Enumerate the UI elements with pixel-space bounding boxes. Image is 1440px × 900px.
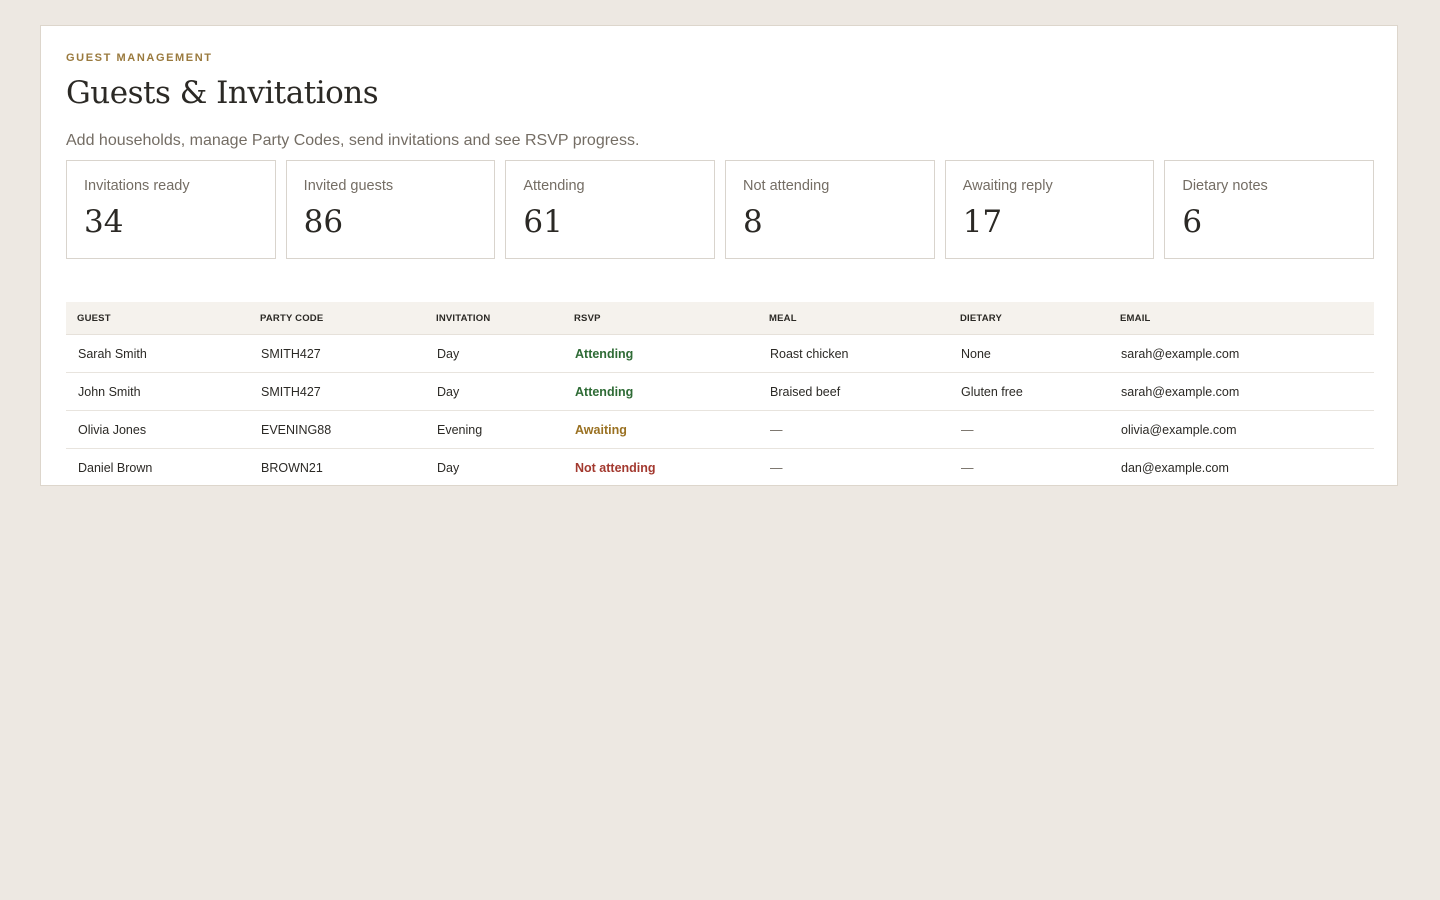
- column-header-dietary: DIETARY: [949, 302, 1109, 335]
- stat-label: Attending: [523, 178, 585, 194]
- rsvp-status: Not attending: [575, 460, 656, 475]
- guest-name: Daniel Brown: [78, 460, 153, 475]
- guest-name: Olivia Jones: [66, 410, 249, 449]
- party-code: EVENING88: [249, 410, 425, 449]
- table-header-row: GUEST PARTY CODE INVITATION RSVP MEAL DI…: [66, 302, 1374, 335]
- table-row[interactable]: Sarah Smith SMITH427 Day Attending Roast…: [66, 334, 1374, 373]
- guest-email: sarah@example.com: [1109, 372, 1374, 411]
- page-title: Guests & Invitations: [66, 75, 379, 111]
- dietary-note: —: [949, 410, 1109, 449]
- stat-card-invited-guests: Invited guests 86: [285, 160, 496, 259]
- table-header: GUEST PARTY CODE INVITATION RSVP MEAL DI…: [66, 302, 1374, 335]
- table-row[interactable]: Daniel Brown BROWN21 Day Not attending —…: [66, 449, 1374, 487]
- stat-card-dietary-notes: Dietary notes 6: [1164, 160, 1375, 259]
- stat-label: Invited guests: [303, 178, 394, 194]
- meal-choice: —: [758, 410, 949, 449]
- dietary-note: —: [961, 460, 974, 475]
- invitation-type: Evening: [425, 410, 563, 449]
- stat-card-awaiting-reply: Awaiting reply 17: [944, 160, 1155, 259]
- guests-table: GUEST PARTY CODE INVITATION RSVP MEAL DI…: [66, 302, 1374, 486]
- guest-email: sarah@example.com: [1109, 334, 1374, 373]
- stat-value: 61: [523, 204, 563, 240]
- dietary-note: None: [949, 334, 1109, 373]
- dietary-note: Gluten free: [949, 372, 1109, 411]
- page-subtitle: Add households, manage Party Codes, send…: [66, 132, 640, 149]
- stat-value: 8: [743, 204, 763, 240]
- stat-value: 34: [84, 204, 124, 240]
- panel-content: GUEST MANAGEMENT Guests & Invitations Ad…: [66, 51, 1375, 475]
- guest-name: Sarah Smith: [66, 334, 249, 373]
- party-code: SMITH427: [249, 334, 425, 373]
- table-row[interactable]: John Smith SMITH427 Day Attending Braise…: [66, 372, 1374, 411]
- stat-card-invitations-ready: Invitations ready 34: [66, 160, 276, 259]
- column-header-meal: MEAL: [758, 302, 949, 335]
- stat-label: Invitations ready: [84, 178, 190, 194]
- rsvp-status: Attending: [563, 372, 758, 411]
- guest-management-panel: GUEST MANAGEMENT Guests & Invitations Ad…: [40, 25, 1398, 486]
- column-header-party-code: PARTY CODE: [249, 302, 425, 335]
- stat-value: 17: [962, 204, 1003, 240]
- meal-choice: —: [770, 460, 783, 475]
- stat-value: 6: [1182, 204, 1203, 240]
- table-body: Sarah Smith SMITH427 Day Attending Roast…: [66, 334, 1374, 487]
- stat-label: Dietary notes: [1182, 178, 1268, 194]
- column-header-guest: GUEST: [66, 302, 249, 335]
- stat-card-not-attending: Not attending 8: [725, 160, 935, 259]
- column-header-email: EMAIL: [1109, 302, 1374, 335]
- stats-row: Invitations ready 34 Invited guests 86 A…: [66, 160, 1375, 259]
- column-header-invitation: INVITATION: [425, 302, 563, 335]
- invitation-type: Day: [437, 460, 460, 475]
- rsvp-status: Awaiting: [563, 410, 758, 449]
- stat-label: Not attending: [743, 178, 830, 194]
- section-eyebrow: GUEST MANAGEMENT: [66, 52, 213, 64]
- invitation-type: Day: [425, 372, 563, 411]
- table-row[interactable]: Olivia Jones EVENING88 Evening Awaiting …: [66, 410, 1374, 449]
- meal-choice: Braised beef: [758, 372, 949, 411]
- invitation-type: Day: [425, 334, 563, 373]
- column-header-rsvp: RSVP: [563, 302, 758, 335]
- meal-choice: Roast chicken: [758, 334, 949, 373]
- stat-card-attending: Attending 61: [505, 160, 716, 259]
- stat-value: 86: [303, 204, 344, 240]
- party-code: BROWN21: [261, 460, 323, 475]
- guest-email: olivia@example.com: [1109, 410, 1374, 449]
- stat-label: Awaiting reply: [962, 178, 1053, 194]
- party-code: SMITH427: [249, 372, 425, 411]
- guest-name: John Smith: [66, 372, 249, 411]
- rsvp-status: Attending: [563, 334, 758, 373]
- guest-email: dan@example.com: [1121, 460, 1229, 475]
